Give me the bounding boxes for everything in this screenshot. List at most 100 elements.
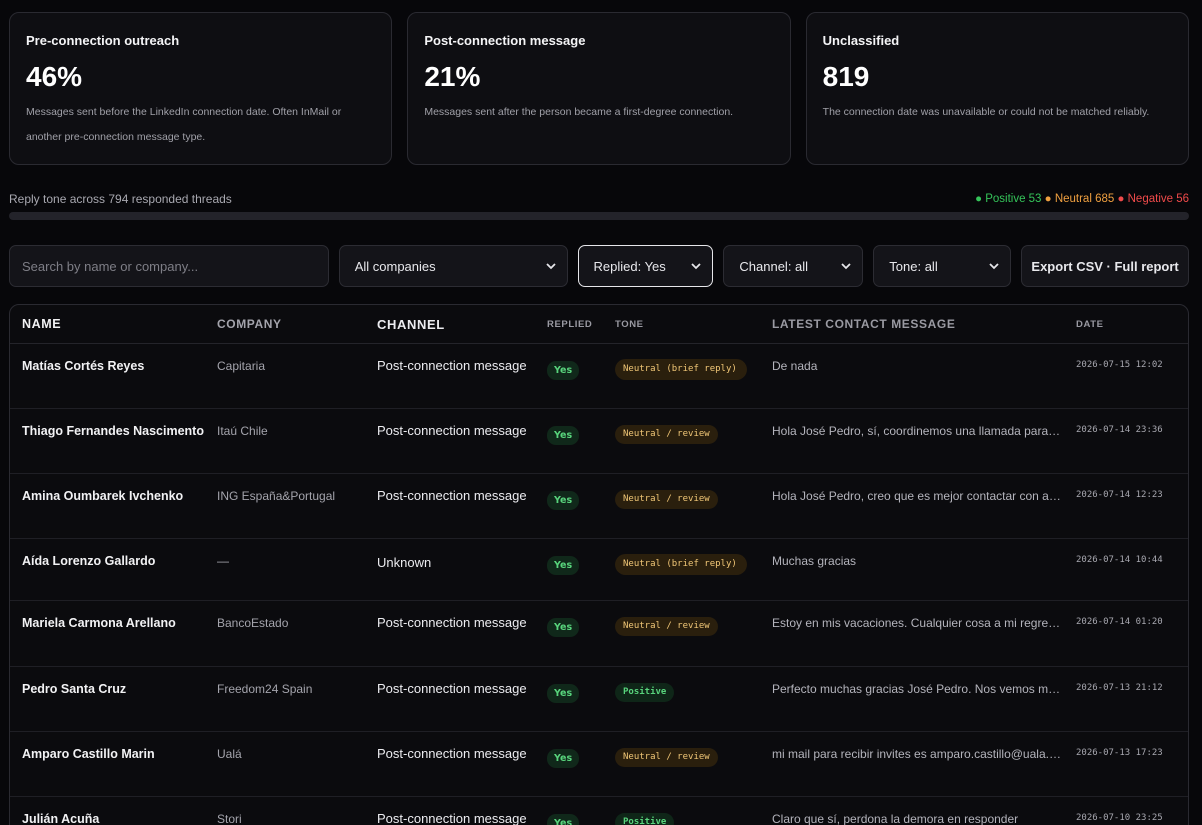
card-title: Post-connection message	[424, 33, 586, 48]
contact-channel: Post-connection message	[377, 423, 527, 438]
tone-badge: Neutral / review	[615, 748, 718, 767]
chevron-down-icon	[989, 263, 999, 270]
contact-company: —	[217, 554, 229, 568]
replied-badge: Yes	[547, 491, 580, 510]
table-row[interactable]: Aída Lorenzo Gallardo — Unknown Yes Neutral …	[10, 539, 1188, 601]
column-header-name[interactable]: Name	[10, 317, 217, 331]
contact-name: Amparo Castillo Marin	[22, 747, 155, 761]
column-header-company[interactable]: Company	[217, 317, 377, 331]
tone-badge: Neutral / review	[615, 490, 718, 509]
latest-message: Estoy en mis vacaciones. Cualquier cosa …	[772, 616, 1076, 630]
card-description: The connection date was unavailable or c…	[822, 106, 1150, 118]
replied-select[interactable]: Replied: Yes	[577, 245, 714, 287]
table-header: Name Company Channel Replied Tone Latest…	[10, 305, 1188, 344]
tone-badge: Neutral (brief reply)	[615, 359, 747, 380]
company-select[interactable]: All companies	[338, 245, 568, 287]
replied-cell: Yes	[547, 539, 615, 600]
tone-badge: Neutral (brief reply)	[615, 554, 747, 575]
contact-channel: Post-connection message	[377, 358, 527, 373]
latest-message: Claro que sí, perdona la demora en respo…	[772, 812, 1019, 825]
tone-badge: Neutral / review	[615, 617, 718, 636]
table-row[interactable]: Mariela Carmona Arellano BancoEstado Post-…	[10, 601, 1188, 667]
card-value: 21%	[424, 61, 481, 92]
contact-name: Pedro Santa Cruz	[22, 682, 127, 696]
contact-channel: Unknown	[377, 555, 432, 570]
contact-company: BancoEstado	[217, 616, 289, 630]
latest-message: mi mail para recibir invites es amparo.c…	[772, 747, 1076, 761]
latest-message: De nada	[772, 359, 818, 373]
column-header-date[interactable]: Date	[1076, 319, 1188, 330]
contact-channel: Post-connection message	[377, 811, 527, 825]
replied-badge: Yes	[547, 684, 580, 703]
tone-cell: Neutral (brief reply)	[615, 539, 772, 600]
latest-message: Perfecto muchas gracias José Pedro. Nos …	[772, 682, 1076, 696]
summary-cards: Pre-connection outreach 46% Messages sen…	[9, 12, 1189, 165]
contact-company: Stori	[217, 812, 242, 825]
table-row[interactable]: Amina Oumbarek Ivchenko ING España&Portug…	[10, 474, 1188, 539]
replied-badge: Yes	[547, 556, 580, 575]
message-date: 2026-07-15 12:02	[1076, 360, 1163, 370]
tone-cell: Positive	[615, 667, 772, 731]
table-row[interactable]: Julián Acuña Stori Post-connection message…	[10, 797, 1188, 825]
message-date: 2026-07-14 10:44	[1076, 555, 1163, 565]
filter-bar: Search by name or company... All compani…	[9, 245, 1189, 287]
export-button-label: Export CSV · Full report	[1031, 258, 1179, 274]
tone-badge: Positive	[615, 813, 675, 825]
company-select-value: All companies	[354, 258, 436, 274]
replied-badge: Yes	[547, 749, 580, 768]
replied-badge: Yes	[547, 618, 580, 637]
replied-badge: Yes	[547, 361, 580, 380]
column-header-channel[interactable]: Channel	[377, 317, 547, 332]
tone-select[interactable]: Tone: all	[873, 245, 1012, 287]
column-header-message[interactable]: Latest contact message	[772, 317, 1076, 331]
replied-cell: Yes	[547, 601, 615, 666]
replied-cell: Yes	[547, 797, 615, 825]
card-title: Pre-connection outreach	[26, 33, 180, 48]
latest-message: Muchas gracias	[772, 554, 857, 568]
latest-message: Hola José Pedro, sí, coordinemos una lla…	[772, 424, 1076, 438]
tone-cell: Positive	[615, 797, 772, 825]
card-post-connection: Post-connection message 21% Messages sen…	[407, 12, 791, 165]
table-row[interactable]: Matías Cortés Reyes Capitaria Post-connect…	[10, 344, 1188, 409]
tone-select-value: Tone: all	[889, 258, 938, 274]
table-row[interactable]: Pedro Santa Cruz Freedom24 Spain Post-conn…	[10, 667, 1188, 732]
replied-badge: Yes	[547, 814, 580, 825]
card-description: Messages sent after the person became a …	[424, 106, 734, 118]
table-row[interactable]: Thiago Fernandes Nascimento Itaú Chile Pos…	[10, 409, 1188, 474]
channel-select[interactable]: Channel: all	[723, 245, 864, 287]
chevron-down-icon	[545, 263, 556, 270]
message-date: 2026-07-13 21:12	[1076, 683, 1163, 693]
column-header-replied[interactable]: Replied	[547, 319, 615, 330]
tone-badge: Neutral / review	[615, 425, 718, 444]
tone-cell: Neutral / review	[615, 732, 772, 796]
chevron-down-icon	[841, 263, 851, 270]
column-header-tone[interactable]: Tone	[615, 319, 772, 330]
search-input[interactable]: Search by name or company...	[9, 245, 329, 287]
contact-name: Matías Cortés Reyes	[22, 359, 145, 373]
search-placeholder: Search by name or company...	[22, 258, 199, 274]
contact-name: Thiago Fernandes Nascimento	[22, 424, 204, 438]
contact-company: Freedom24 Spain	[217, 682, 313, 696]
contact-name: Julián Acuña	[22, 812, 100, 825]
card-unclassified: Unclassified 819 The connection date was…	[805, 12, 1189, 165]
replied-cell: Yes	[547, 667, 615, 731]
export-csv-button[interactable]: Export CSV · Full report	[1021, 245, 1189, 287]
chevron-down-icon	[691, 263, 702, 270]
legend-neutral: ● Neutral 685	[1044, 193, 1115, 205]
replied-cell: Yes	[547, 732, 615, 796]
card-title: Unclassified	[822, 33, 900, 48]
tone-cell: Neutral / review	[615, 409, 772, 473]
legend-negative: ● Negative 56	[1117, 193, 1189, 205]
contact-company: ING España&Portugal	[217, 489, 336, 503]
latest-message: Hola José Pedro, creo que es mejor conta…	[772, 489, 1076, 503]
table-body: Matías Cortés Reyes Capitaria Post-connect…	[10, 344, 1188, 825]
contact-name: Amina Oumbarek Ivchenko	[22, 489, 184, 503]
table-row[interactable]: Amparo Castillo Marin Ualá Post-connection…	[10, 732, 1188, 797]
contact-company: Capitaria	[217, 359, 266, 373]
replied-select-value: Replied: Yes	[593, 258, 666, 274]
contact-channel: Post-connection message	[377, 746, 527, 761]
card-value: 819	[822, 61, 870, 92]
contact-company: Itaú Chile	[217, 424, 268, 438]
contacts-table: Name Company Channel Replied Tone Latest…	[9, 304, 1189, 825]
replied-badge: Yes	[547, 426, 580, 445]
